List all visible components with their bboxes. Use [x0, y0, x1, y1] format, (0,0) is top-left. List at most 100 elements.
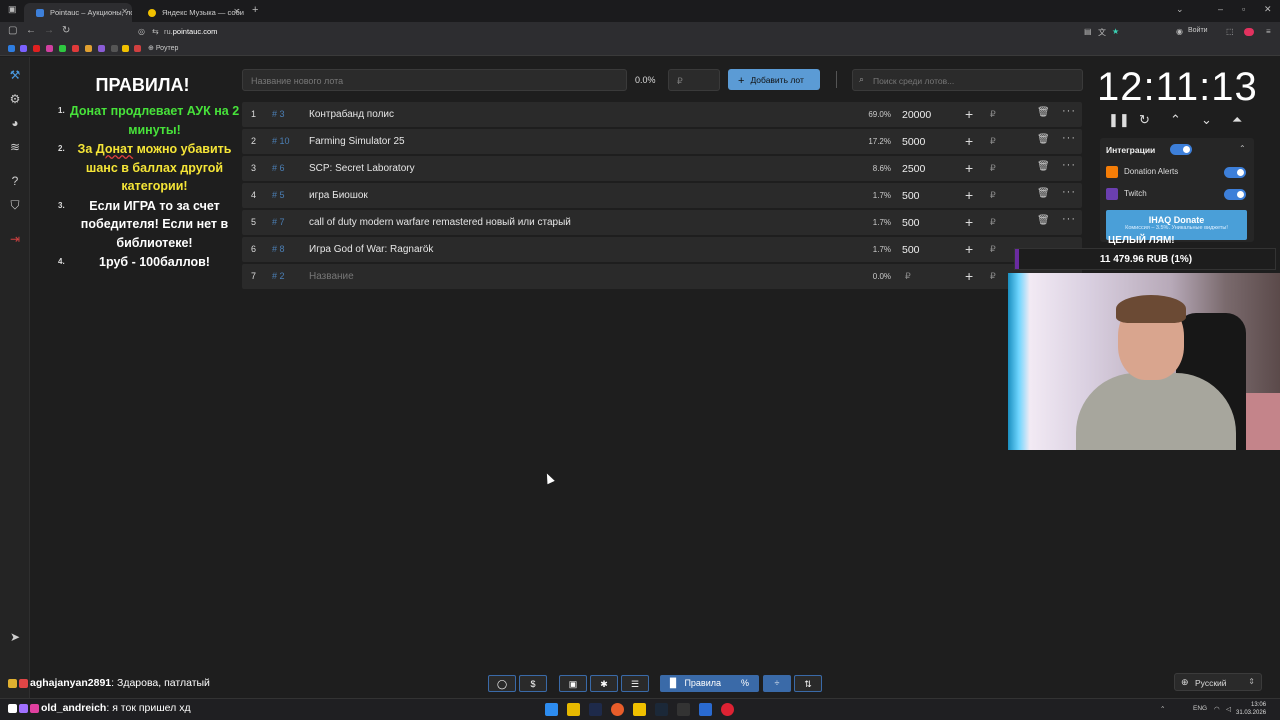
settings-icon[interactable]: ⚙	[7, 91, 23, 107]
trash-icon[interactable]: 🗑	[1037, 188, 1050, 199]
more-icon[interactable]: ···	[1062, 186, 1076, 198]
reader-icon[interactable]: ▤	[1084, 27, 1092, 36]
lot-name[interactable]: Farming Simulator 25	[309, 136, 405, 147]
github-icon[interactable]: ◯	[488, 675, 516, 692]
dollar-icon[interactable]: $	[519, 675, 547, 692]
lot-id[interactable]: # 7	[272, 217, 285, 227]
lot-row[interactable]: 3 # 6 SCP: Secret Laboratory 8.6% 2500 +…	[242, 156, 1082, 181]
trash-icon[interactable]: 🗑	[1037, 215, 1050, 226]
keyboard-language[interactable]: ENG	[1193, 705, 1207, 712]
lot-id[interactable]: # 2	[272, 271, 285, 281]
close-tab-icon[interactable]: ✕	[121, 7, 128, 16]
clipboard-icon[interactable]: ▣	[559, 675, 587, 692]
bookmark-app-icon[interactable]	[122, 45, 129, 52]
lot-amount[interactable]: ₽	[905, 271, 911, 282]
lot-extra-amount-input[interactable]: ₽	[990, 163, 996, 174]
lot-id[interactable]: # 5	[272, 190, 285, 200]
site-info-icon[interactable]: ◎	[138, 27, 145, 36]
lot-name[interactable]: Название	[309, 271, 354, 282]
minimize-icon[interactable]: –	[1218, 4, 1223, 14]
lot-row[interactable]: 6 # 8 Игра God of War: Ragnarök 1.7% 500…	[242, 237, 1082, 262]
lot-name[interactable]: Игра God of War: Ragnarök	[309, 244, 433, 255]
menu-icon[interactable]: ≡	[1266, 27, 1271, 36]
lot-name[interactable]: игра Биошок	[309, 190, 368, 201]
new-tab-icon[interactable]: +	[252, 4, 258, 16]
twitch-toggle[interactable]	[1224, 189, 1246, 200]
integrations-toggle[interactable]	[1170, 144, 1192, 155]
more-icon[interactable]: ···	[1062, 105, 1076, 117]
lot-id[interactable]: # 10	[272, 136, 290, 146]
chevron-down-icon[interactable]: ⌄	[1201, 112, 1212, 128]
system-clock[interactable]: 13:06 31.03.2026	[1236, 701, 1266, 717]
tab-yandex-music[interactable]: Яндекс Музыка — собира ✕	[136, 3, 244, 22]
rules-button[interactable]: ▉ Правила	[660, 675, 738, 692]
bookmark-app-icon[interactable]	[111, 45, 118, 52]
app-icon[interactable]	[633, 703, 646, 716]
bookmark-app-icon[interactable]	[46, 45, 53, 52]
lot-row[interactable]: 5 # 7 call of duty modern warfare remast…	[242, 210, 1082, 235]
forward-icon[interactable]: →	[44, 25, 54, 36]
new-lot-amount-input[interactable]: ₽	[668, 69, 720, 91]
reload-icon[interactable]: ↻	[62, 25, 70, 36]
reset-icon[interactable]: ↻	[1139, 112, 1150, 128]
bookmark-app-icon[interactable]	[72, 45, 79, 52]
new-lot-name-input[interactable]: Название нового лота	[242, 69, 627, 91]
split-icon[interactable]: ÷	[763, 675, 791, 692]
lot-row[interactable]: 2 # 10 Farming Simulator 25 17.2% 5000 +…	[242, 129, 1082, 154]
maximize-icon[interactable]: ▫	[1242, 4, 1245, 14]
lot-extra-amount-input[interactable]: ₽	[990, 190, 996, 201]
bookmark-app-icon[interactable]	[134, 45, 141, 52]
more-icon[interactable]: ···	[1062, 132, 1076, 144]
telegram-icon[interactable]: ➤	[7, 629, 23, 645]
trash-icon[interactable]: 🗑	[1037, 134, 1050, 145]
wheel-icon[interactable]: ◕	[7, 115, 23, 131]
bookmark-youtube-icon[interactable]	[33, 45, 40, 52]
lot-extra-amount-input[interactable]: ₽	[990, 244, 996, 255]
lot-extra-amount-input[interactable]: ₽	[990, 217, 996, 228]
more-icon[interactable]: ···	[1062, 159, 1076, 171]
add-amount-icon[interactable]: +	[965, 133, 973, 149]
tune-icon[interactable]: ⇆	[152, 27, 159, 36]
help-icon[interactable]: ?	[7, 173, 23, 189]
lot-extra-amount-input[interactable]: ₽	[990, 271, 996, 282]
extension-badge-icon[interactable]	[1244, 28, 1254, 36]
logout-icon[interactable]: ⇥	[7, 231, 23, 247]
lot-extra-amount-input[interactable]: ₽	[990, 109, 996, 120]
lot-id[interactable]: # 6	[272, 163, 285, 173]
tab-pointauc[interactable]: Pointauc – Аукционы, лотереи ✕	[24, 3, 132, 22]
auction-hammer-icon[interactable]: ⚒	[7, 67, 23, 83]
lot-row[interactable]: 1 # 3 Контрабанд полис 69.0% 20000 + ₽ 🗑…	[242, 102, 1082, 127]
add-amount-icon[interactable]: +	[965, 241, 973, 257]
pause-icon[interactable]: ❚❚	[1108, 112, 1130, 128]
lot-search-input[interactable]: ⌕ Поиск среди лотов...	[852, 69, 1083, 91]
steam-icon[interactable]	[655, 703, 668, 716]
trash-icon[interactable]: 🗑	[1037, 161, 1050, 172]
double-chevron-up-icon[interactable]: ⏶	[1232, 112, 1242, 128]
volume-icon[interactable]: ◁	[1226, 705, 1231, 713]
bookmark-app-icon[interactable]	[20, 45, 27, 52]
lot-name[interactable]: SCP: Secret Laboratory	[309, 163, 415, 174]
sidebar-toggle-icon[interactable]: ▢	[8, 25, 17, 36]
url-field[interactable]: ru.pointauc.com	[164, 27, 217, 36]
start-icon[interactable]	[545, 703, 558, 716]
bug-icon[interactable]: ✱	[590, 675, 618, 692]
bookmark-vk-icon[interactable]	[8, 45, 15, 52]
wifi-icon[interactable]: ◠	[1214, 705, 1220, 713]
back-icon[interactable]: ←	[26, 25, 36, 36]
lot-name[interactable]: Контрабанд полис	[309, 109, 394, 120]
app-icon[interactable]	[677, 703, 690, 716]
bookmark-kick-icon[interactable]	[59, 45, 66, 52]
chevron-down-icon[interactable]: ⌄	[1176, 4, 1184, 15]
add-amount-icon[interactable]: +	[965, 214, 973, 230]
lot-id[interactable]: # 3	[272, 109, 285, 119]
close-tab-icon[interactable]: ✕	[233, 7, 240, 16]
lot-name[interactable]: call of duty modern warfare remastered н…	[309, 217, 571, 228]
chevron-up-icon[interactable]: ⌃	[1170, 112, 1181, 128]
bookmark-app-icon[interactable]	[85, 45, 92, 52]
language-select[interactable]: ⊕ Русский ⇕	[1174, 673, 1262, 691]
add-amount-icon[interactable]: +	[965, 106, 973, 122]
donation-alerts-toggle[interactable]	[1224, 167, 1246, 178]
sort-icon[interactable]: ⇅	[794, 675, 822, 692]
lot-row[interactable]: 4 # 5 игра Биошок 1.7% 500 + ₽ 🗑 ···	[242, 183, 1082, 208]
percent-icon[interactable]: %	[731, 675, 759, 692]
